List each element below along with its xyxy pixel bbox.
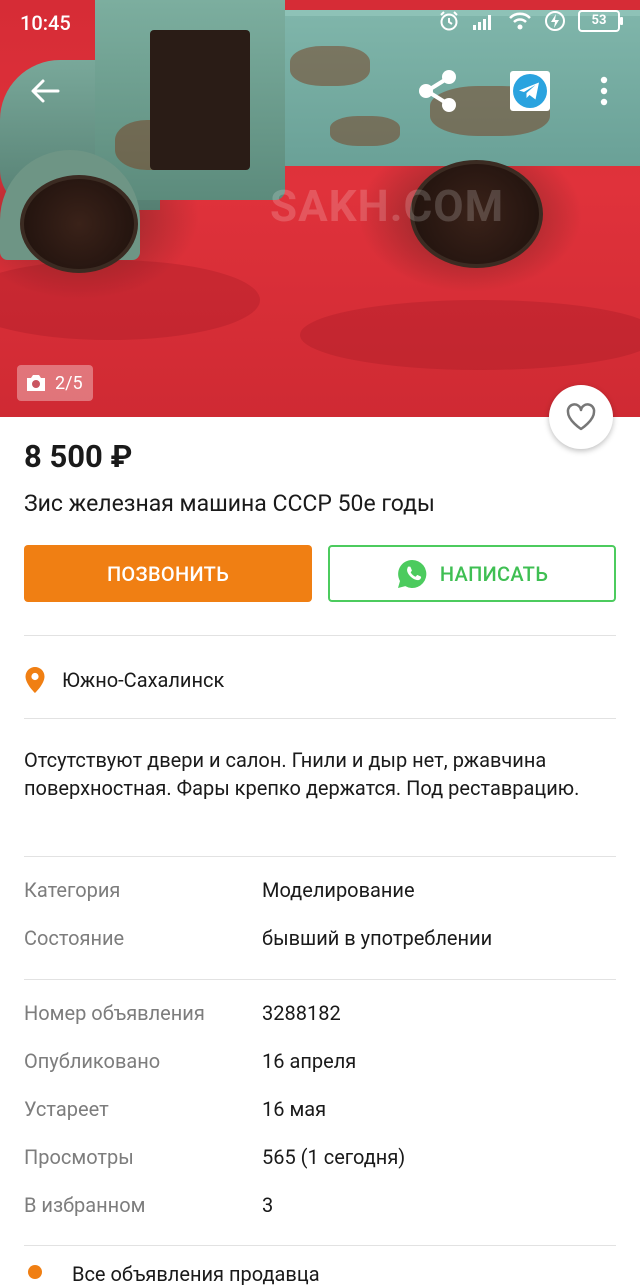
photo-counter: 2/5 — [17, 365, 93, 401]
message-button-label: НАПИСАТЬ — [439, 561, 549, 586]
condition-value: бывший в употреблении — [262, 926, 493, 950]
divider — [24, 635, 616, 636]
watermark: SAKH.COM — [270, 180, 505, 232]
arrow-left-icon — [31, 79, 60, 103]
telegram-button[interactable] — [500, 60, 560, 122]
published-label: Опубликовано — [24, 1049, 161, 1073]
whatsapp-icon — [397, 559, 427, 588]
wifi-icon — [509, 12, 531, 30]
call-button[interactable]: ПОЗВОНИТЬ — [24, 545, 312, 602]
status-icons: 53 — [438, 10, 623, 32]
fabric-fold — [300, 300, 640, 370]
location-pin-icon — [25, 667, 45, 693]
top-toolbar — [0, 60, 640, 122]
seller-listings-link[interactable]: Все объявления продавца — [24, 1262, 320, 1286]
back-button[interactable] — [14, 60, 76, 122]
listing-id-label: Номер объявления — [24, 1001, 205, 1025]
expires-label: Устареет — [24, 1097, 109, 1121]
call-button-label: ПОЗВОНИТЬ — [106, 561, 230, 586]
category-value: Моделирование — [262, 878, 415, 902]
favorites-label: В избранном — [24, 1193, 146, 1217]
share-button[interactable] — [408, 60, 468, 122]
divider — [24, 1245, 616, 1246]
expires-value: 16 мая — [262, 1097, 327, 1121]
photo-counter-text: 2/5 — [55, 372, 83, 394]
cellular-signal-icon — [473, 15, 491, 30]
telegram-icon — [510, 71, 550, 111]
views-label: Просмотры — [24, 1145, 134, 1169]
alarm-icon — [440, 11, 458, 31]
location-row[interactable]: Южно-Сахалинск — [24, 660, 224, 700]
more-vertical-icon — [600, 76, 608, 106]
category-label: Категория — [24, 878, 121, 902]
battery-indicator: 53 — [578, 10, 623, 32]
listing-title: Зис железная машина СССР 50е годы — [24, 490, 435, 517]
charging-icon — [545, 11, 565, 31]
listing-id-value: 3288182 — [262, 1001, 341, 1025]
divider — [24, 718, 616, 719]
status-time: 10:45 — [20, 11, 71, 35]
message-button[interactable]: НАПИСАТЬ — [328, 545, 616, 602]
more-menu-button[interactable] — [582, 60, 626, 122]
truck-front-wheel — [20, 175, 138, 273]
favorites-value: 3 — [262, 1193, 274, 1217]
favorite-button[interactable] — [549, 385, 613, 449]
heart-icon — [566, 403, 596, 431]
camera-icon — [27, 375, 45, 391]
status-bar: 10:45 53 — [0, 0, 640, 46]
condition-label: Состояние — [24, 926, 125, 950]
listing-description: Отсутствуют двери и салон. Гнили и дыр н… — [24, 748, 580, 800]
published-value: 16 апреля — [262, 1049, 357, 1073]
location-text: Южно-Сахалинск — [62, 668, 225, 692]
fabric-fold — [0, 260, 260, 340]
seller-listings-text: Все объявления продавца — [72, 1262, 320, 1286]
divider — [24, 979, 616, 980]
share-icon — [419, 70, 456, 112]
listing-price: 8 500 ₽ — [24, 438, 133, 475]
seller-icon — [28, 1265, 42, 1279]
divider — [24, 856, 616, 857]
views-value: 565 (1 сегодня) — [262, 1145, 406, 1169]
